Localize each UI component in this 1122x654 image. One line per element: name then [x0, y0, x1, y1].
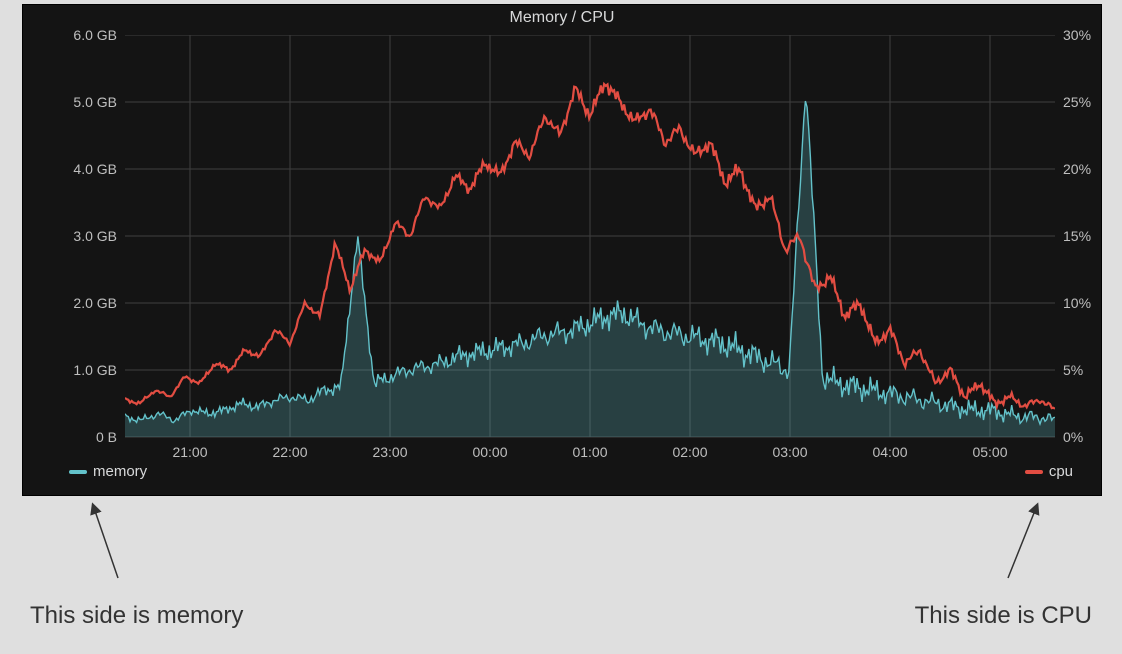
- legend-label-memory: memory: [93, 463, 147, 480]
- y-left-tick: 6.0 GB: [37, 27, 117, 43]
- y-right-tick: 10%: [1063, 295, 1091, 311]
- svg-text:03:00: 03:00: [772, 444, 807, 460]
- legend-label-cpu: cpu: [1049, 463, 1073, 480]
- svg-text:21:00: 21:00: [172, 444, 207, 460]
- page: { "panel": { "title": "Memory / CPU", "l…: [0, 0, 1122, 654]
- caption-right: This side is CPU: [915, 602, 1092, 630]
- y-right-tick: 20%: [1063, 161, 1091, 177]
- y-left-tick: 1.0 GB: [37, 362, 117, 378]
- plot-area: 21:0022:0023:0000:0001:0002:0003:0004:00…: [125, 35, 1055, 437]
- svg-text:05:00: 05:00: [972, 444, 1007, 460]
- legend-item-memory[interactable]: memory: [69, 463, 147, 480]
- y-right-tick: 15%: [1063, 228, 1091, 244]
- arrow-right-icon: [1002, 498, 1062, 588]
- y-right-tick: 25%: [1063, 94, 1091, 110]
- caption-left: This side is memory: [30, 602, 243, 630]
- y-right-tick: 30%: [1063, 27, 1091, 43]
- svg-text:01:00: 01:00: [572, 444, 607, 460]
- y-right-tick: 5%: [1063, 362, 1083, 378]
- svg-text:04:00: 04:00: [872, 444, 907, 460]
- y-left-tick: 2.0 GB: [37, 295, 117, 311]
- y-left-tick: 0 B: [37, 429, 117, 445]
- y-left-tick: 4.0 GB: [37, 161, 117, 177]
- svg-text:02:00: 02:00: [672, 444, 707, 460]
- y-left-tick: 3.0 GB: [37, 228, 117, 244]
- svg-text:00:00: 00:00: [472, 444, 507, 460]
- y-right-tick: 0%: [1063, 429, 1083, 445]
- legend-swatch-memory: [69, 470, 87, 474]
- svg-text:22:00: 22:00: [272, 444, 307, 460]
- legend-swatch-cpu: [1025, 470, 1043, 474]
- svg-text:23:00: 23:00: [372, 444, 407, 460]
- legend: memory cpu: [23, 463, 1101, 489]
- chart-panel: Memory / CPU 21:00 22:00 23:00 00:00 01:00 02…: [22, 4, 1102, 496]
- chart-svg: 21:00 22:00 23:00 00:00 01:00 02:00 03:00 04:00…: [125, 35, 1055, 465]
- y-left-tick: 5.0 GB: [37, 94, 117, 110]
- chart-title: Memory / CPU: [23, 9, 1101, 27]
- arrow-left-icon: [64, 498, 124, 588]
- legend-item-cpu[interactable]: cpu: [1025, 463, 1073, 480]
